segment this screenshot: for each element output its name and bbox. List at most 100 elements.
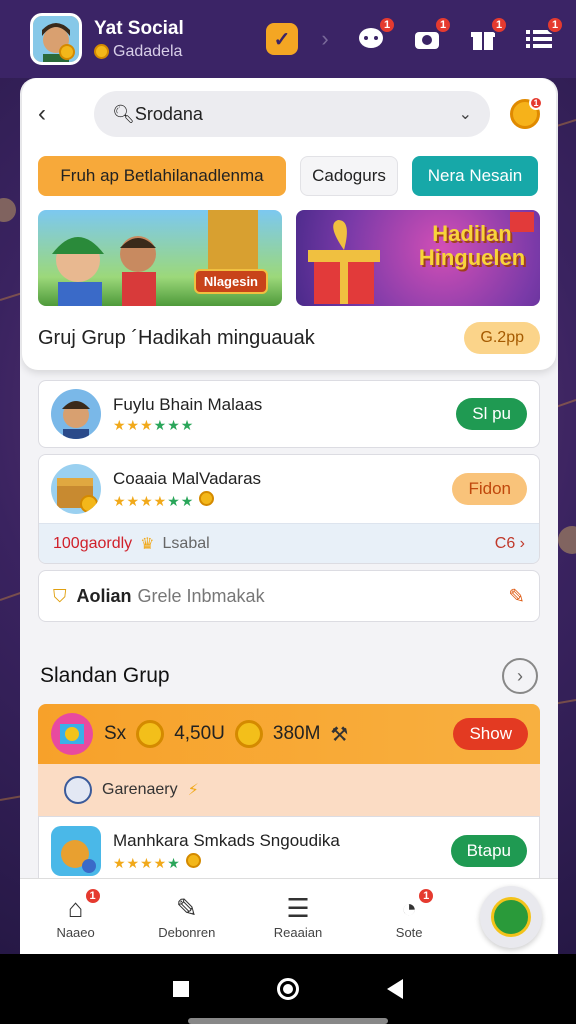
stats-right: C6 › [494,534,525,552]
chip-new[interactable]: Nera Nesain [412,156,538,196]
gauge-icon: ◔ [401,893,418,923]
home-button-icon[interactable] [277,978,299,1000]
camera-button[interactable]: 1 [408,16,452,58]
category-label: Garenaery [102,781,178,798]
stats-left: 100gaordly [53,534,133,552]
crown-icon: ♛ [140,535,155,553]
show-button[interactable]: Show [453,718,528,750]
system-nav-bar [0,954,576,1024]
filter-chips: Fruh ap Betlahilanadlenma Cadogurs Nera … [38,156,540,196]
nav-home-label: Naaeo [56,925,95,940]
search-input[interactable]: 🔍︎ Srodana ⌄ [94,91,490,137]
list-item[interactable]: Manhkara Smkads Sngoudika ★★★★★ Btapu [38,816,540,886]
lightning-icon: ⚡︎ [187,782,199,799]
list-item-title: Fuylu Bhain Malaas [113,394,263,414]
chat-badge: 1 [378,16,396,34]
bottom-nav: ⌂ 1 Naaeo ✎ Debonren ☰ Reaaian ◔ 1 Sote [20,878,558,954]
search-value: Srodana [134,103,203,124]
edit-icon[interactable]: ✎ [508,584,525,609]
featured-prefix: Sx [104,723,127,744]
coin-icon [199,490,215,506]
group-logo-icon [50,712,94,756]
join-button[interactable]: Sl pu [456,398,527,430]
join-button[interactable]: Btapu [450,835,527,867]
section-header: Slandan Grup › [20,622,558,704]
header-actions: ✓ › 1 1 1 1 [266,16,564,58]
info-label: Aolian [76,585,132,606]
list-item-title: Manhkara Smkads Sngoudika [113,830,340,850]
app-brand: Yat Social Gadadela [94,18,184,61]
list-item-group: Coaaia MalVadaras ★★★★★★ Fidon 100gaordl… [38,454,540,564]
search-icon: 🔍︎ [112,103,135,124]
nav-home-badge: 1 [83,887,102,905]
banner-right[interactable]: Hadilan Hinguelen [296,210,540,306]
featured-stat-2: 380M [272,723,321,744]
coin-icon [94,44,109,59]
chat-button[interactable]: 1 [352,16,396,58]
nav-stats[interactable]: ◔ 1 Sote [369,887,449,940]
gift-button[interactable]: 1 [464,16,508,58]
featured-stat-1: 4,50U [174,723,225,744]
top-card: ‹ 🔍︎ Srodana ⌄ 1 Fruh ap Betlahilanadlen… [22,78,556,370]
featured-group: Sx 4,50U 380M ⚒ Show Garenaery ⚡︎ Manhka… [38,704,540,892]
search-row: ‹ 🔍︎ Srodana ⌄ 1 [38,88,543,140]
top-bar: Yat Social Gadadela ✓ › 1 1 1 1 [0,0,576,78]
nav-stats-label: Sote [395,925,423,940]
banner-right-title: Hadilan Hinguelen [418,221,526,270]
gift-badge: 1 [490,16,508,34]
banner-left-label: Nlagesin [193,269,268,294]
profile-avatar[interactable] [30,13,82,65]
nav-notes[interactable]: ✎ Debonren [147,893,227,940]
coin-icon [185,852,201,868]
recents-icon[interactable] [173,981,189,997]
home-indicator [188,1018,388,1024]
app-title: Yat Social [94,17,184,39]
coin-button[interactable]: 1 [510,96,543,129]
shield-icon: ⛉ [53,585,67,606]
app-subtitle: Gadadela [94,43,184,61]
stats-strip[interactable]: 100gaordly ♛ Lsabal C6 › [39,523,539,563]
menu-badge: 1 [546,16,564,34]
check-icon[interactable]: ✓ [266,23,298,55]
chevron-right-icon: › [321,26,329,51]
fab-button[interactable] [480,885,543,948]
camera-badge: 1 [434,16,452,34]
coin-badge: 1 [529,96,543,110]
chip-categories[interactable]: Cadogurs [300,156,398,196]
list-item-text: Fuylu Bhain Malaas ★★★★★★ [113,395,262,434]
home-icon: ⌂ [67,893,84,923]
coin-icon [234,720,263,748]
nav-list[interactable]: ☰ Reaaian [258,893,338,940]
compass-icon [491,896,532,937]
rating-stars: ★★★★★★ [113,416,195,433]
section-title: Slandan Grup [40,664,170,687]
follow-button[interactable]: Fidon [452,473,527,505]
group-header: Gruj Grup ´Hadikah minguauak G.2pp [38,322,540,354]
menu-button[interactable]: 1 [520,16,564,58]
nav-home[interactable]: ⌂ 1 Naaeo [36,887,116,940]
list-item[interactable]: Coaaia MalVadaras ★★★★★★ Fidon [39,455,539,523]
group-title: Gruj Grup ´Hadikah minguauak [38,326,315,349]
notes-icon: ✎ [175,893,198,923]
list-item-text: Coaaia MalVadaras ★★★★★★ [113,469,261,510]
rating-stars: ★★★★★★ [113,490,261,510]
group-pill[interactable]: G.2pp [464,322,540,354]
game-thumbnail [51,826,101,876]
wrench-icon: ⚒ [330,723,349,746]
chip-primary[interactable]: Fruh ap Betlahilanadlenma [38,156,286,196]
list-icon: ☰ [286,893,310,923]
featured-bar: Sx 4,50U 380M ⚒ Show [38,704,540,764]
chest-icon [51,464,101,514]
banner-left[interactable]: Nlagesin [38,210,282,306]
featured-category[interactable]: Garenaery ⚡︎ [38,764,540,816]
chevron-down-icon[interactable]: ⌄ [459,104,472,124]
back-arrow-icon[interactable]: ‹ [38,100,74,128]
back-triangle-icon[interactable] [387,979,403,999]
promo-banners: Nlagesin Hadilan Hinguelen [38,210,540,306]
list-item[interactable]: Fuylu Bhain Malaas ★★★★★★ Sl pu [38,380,540,448]
info-row[interactable]: ⛉ Aolian Grele Inbmakak ✎ [38,570,540,622]
chevron-right-button[interactable]: › [502,658,538,694]
coin-icon [136,720,165,748]
nav-notes-label: Debonren [158,925,216,940]
list-item-text: Manhkara Smkads Sngoudika ★★★★★ [113,831,340,872]
